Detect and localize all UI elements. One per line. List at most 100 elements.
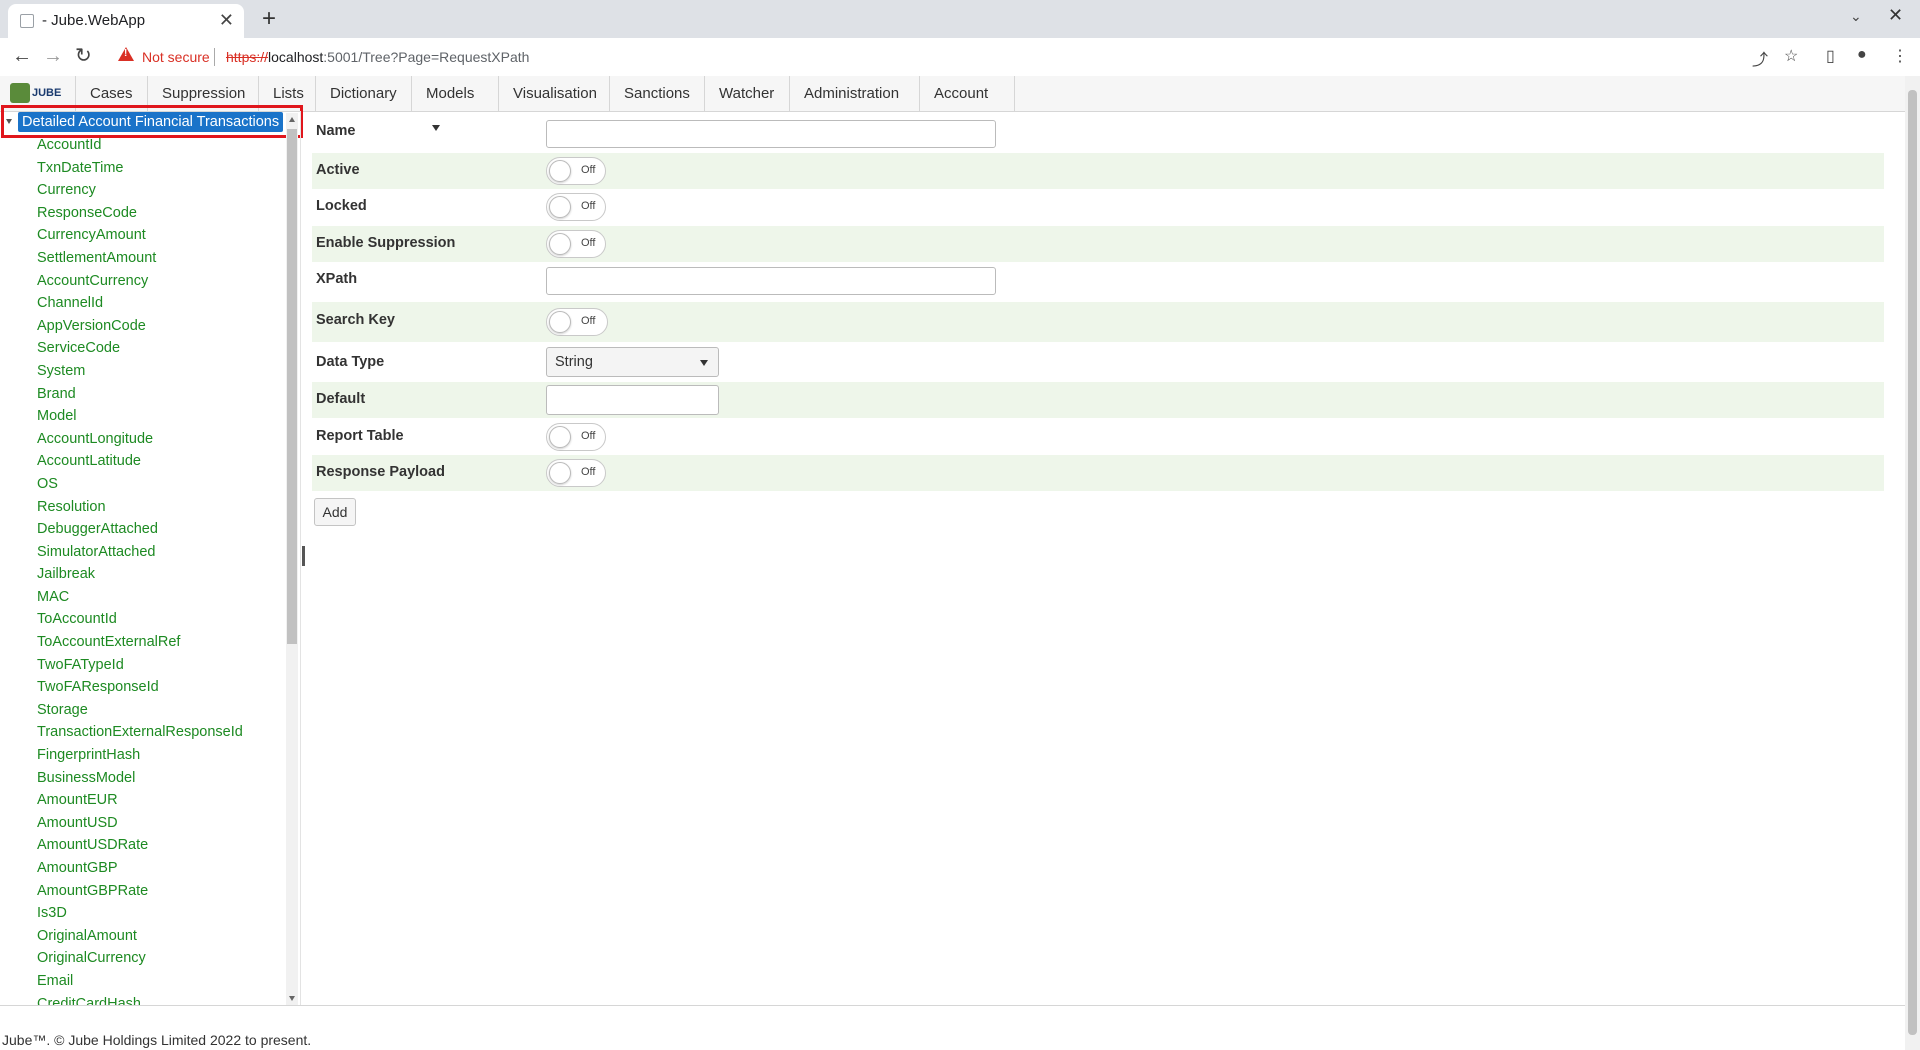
- close-tab-icon[interactable]: ✕: [219, 10, 234, 31]
- nav-administration[interactable]: Administration: [790, 76, 920, 131]
- tree-item[interactable]: AmountUSD: [37, 813, 243, 836]
- row-xpath: XPath: [312, 262, 1884, 298]
- side-panel-icon[interactable]: ▯: [1826, 46, 1835, 66]
- tree-item[interactable]: ServiceCode: [37, 338, 243, 361]
- tree-item[interactable]: Jailbreak: [37, 564, 243, 587]
- nav-visualisation[interactable]: Visualisation: [499, 76, 610, 111]
- nav-dictionary-label: Dictionary: [330, 85, 397, 102]
- tree-item[interactable]: AmountUSDRate: [37, 835, 243, 858]
- tree-item[interactable]: Brand: [37, 384, 243, 407]
- tree-item[interactable]: FingerprintHash: [37, 745, 243, 768]
- nav-suppression-label: Suppression: [162, 85, 246, 102]
- url-path: :5001/Tree?Page=RequestXPath: [323, 49, 530, 65]
- nav-watcher-label: Watcher: [719, 85, 775, 102]
- tree-item[interactable]: OS: [37, 474, 243, 497]
- footer-divider: [0, 1005, 1905, 1006]
- tree-item[interactable]: TxnDateTime: [37, 158, 243, 181]
- xpath-input[interactable]: [546, 267, 996, 295]
- name-label: Name: [316, 123, 356, 139]
- new-tab-icon[interactable]: +: [262, 4, 276, 34]
- tree-item[interactable]: DebuggerAttached: [37, 519, 243, 542]
- dictionary-tree: Detailed Account Financial Transactions …: [0, 111, 300, 1005]
- browser-tab[interactable]: - Jube.WebApp ✕: [8, 4, 244, 38]
- tree-item[interactable]: Email: [37, 971, 243, 994]
- add-button[interactable]: Add: [314, 498, 356, 526]
- report-table-label: Report Table: [316, 428, 404, 444]
- tree-item[interactable]: AmountGBP: [37, 858, 243, 881]
- tree-item[interactable]: AmountEUR: [37, 790, 243, 813]
- profile-icon[interactable]: ●: [1857, 46, 1867, 64]
- tree-item[interactable]: Resolution: [37, 497, 243, 520]
- tree-scroll-thumb[interactable]: [287, 129, 297, 644]
- tree-item[interactable]: AppVersionCode: [37, 316, 243, 339]
- tree-item[interactable]: ResponseCode: [37, 203, 243, 226]
- scroll-up-icon[interactable]: [289, 117, 295, 122]
- nav-account[interactable]: Account: [920, 76, 1015, 131]
- tree-item[interactable]: CurrencyAmount: [37, 225, 243, 248]
- pane-splitter[interactable]: [300, 111, 309, 1005]
- bookmark-star-icon[interactable]: ☆: [1784, 46, 1798, 66]
- nav-sanctions-label: Sanctions: [624, 85, 690, 102]
- report-table-toggle[interactable]: Off: [546, 423, 606, 451]
- tab-search-icon[interactable]: ⌄: [1850, 8, 1862, 25]
- tree-item[interactable]: MAC: [37, 587, 243, 610]
- suppression-toggle[interactable]: Off: [546, 230, 606, 258]
- nav-cases-label: Cases: [90, 85, 133, 102]
- active-toggle[interactable]: Off: [546, 157, 606, 185]
- window-close-icon[interactable]: ✕: [1888, 5, 1903, 26]
- tree-item[interactable]: OriginalCurrency: [37, 948, 243, 971]
- row-default: Default: [312, 382, 1884, 418]
- browser-tabstrip: - Jube.WebApp ✕ + ⌄ ✕: [0, 0, 1920, 38]
- tree-item[interactable]: BusinessModel: [37, 768, 243, 791]
- page-scroll-thumb[interactable]: [1908, 90, 1917, 1035]
- tree-item[interactable]: OriginalAmount: [37, 926, 243, 949]
- splitter-grip[interactable]: [302, 546, 305, 566]
- name-input[interactable]: [546, 120, 996, 148]
- reload-icon[interactable]: ↻: [75, 44, 92, 68]
- row-report-table: Report Table Off: [312, 418, 1884, 455]
- nav-watcher[interactable]: Watcher: [705, 76, 790, 111]
- tree-item[interactable]: AccountCurrency: [37, 271, 243, 294]
- tree-item[interactable]: CreditCardHash: [37, 994, 243, 1005]
- tree-item[interactable]: SimulatorAttached: [37, 542, 243, 565]
- tree-item[interactable]: TransactionExternalResponseId: [37, 722, 243, 745]
- response-payload-toggle[interactable]: Off: [546, 459, 606, 487]
- response-payload-toggle-state: Off: [581, 466, 596, 478]
- tree-item[interactable]: Is3D: [37, 903, 243, 926]
- tree-item[interactable]: AmountGBPRate: [37, 881, 243, 904]
- menu-icon[interactable]: ⋮: [1892, 46, 1908, 66]
- jube-logo[interactable]: JUBE: [10, 83, 61, 105]
- tree-item[interactable]: Storage: [37, 700, 243, 723]
- default-input[interactable]: [546, 385, 719, 415]
- scroll-down-icon[interactable]: [289, 996, 295, 1001]
- toggle-knob: [549, 196, 571, 218]
- tree-item[interactable]: ChannelId: [37, 293, 243, 316]
- share-icon[interactable]: ⤴: [1752, 46, 1768, 70]
- nav-sanctions[interactable]: Sanctions: [610, 76, 705, 111]
- tree-item[interactable]: AccountId: [37, 135, 243, 158]
- tree-item[interactable]: Currency: [37, 180, 243, 203]
- tree-item[interactable]: SettlementAmount: [37, 248, 243, 271]
- address-bar[interactable]: Not secure https://localhost:5001/Tree?P…: [110, 43, 1790, 71]
- footer-copyright: Jube™. © Jube Holdings Limited 2022 to p…: [2, 1032, 312, 1048]
- toggle-knob: [549, 311, 571, 333]
- tree-item[interactable]: AccountLatitude: [37, 451, 243, 474]
- back-icon[interactable]: ←: [12, 44, 32, 68]
- nav-visualisation-label: Visualisation: [513, 85, 597, 102]
- tree-item[interactable]: AccountLongitude: [37, 429, 243, 452]
- tree-item[interactable]: System: [37, 361, 243, 384]
- tree-item[interactable]: TwoFAResponseId: [37, 677, 243, 700]
- toggle-knob: [549, 233, 571, 255]
- tree-item[interactable]: TwoFATypeId: [37, 655, 243, 678]
- tree-item[interactable]: ToAccountId: [37, 609, 243, 632]
- tree-item[interactable]: Model: [37, 406, 243, 429]
- locked-toggle[interactable]: Off: [546, 193, 606, 221]
- data-type-select[interactable]: String: [546, 347, 719, 377]
- forward-icon[interactable]: →: [43, 44, 63, 68]
- page-scrollbar[interactable]: [1905, 76, 1920, 1050]
- tree-item[interactable]: ToAccountExternalRef: [37, 632, 243, 655]
- search-key-toggle[interactable]: Off: [546, 308, 608, 336]
- nav-models[interactable]: Models: [412, 76, 499, 131]
- tree-scrollbar[interactable]: [286, 113, 298, 1005]
- nav-dictionary[interactable]: Dictionary: [316, 76, 412, 111]
